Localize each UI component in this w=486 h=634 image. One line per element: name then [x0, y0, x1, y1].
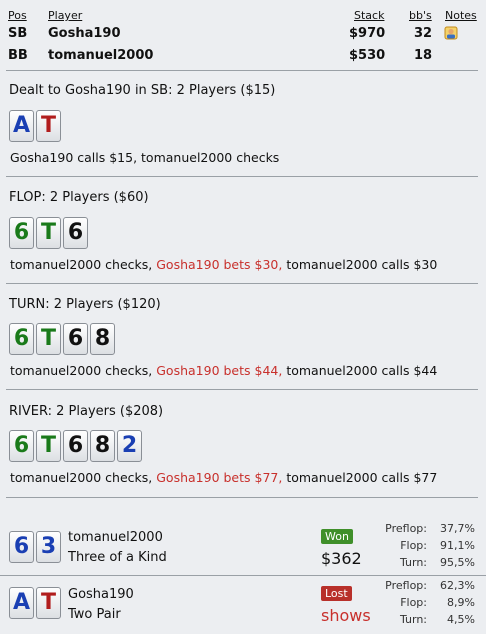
stat-value: 62,3%: [440, 579, 475, 592]
equity-stats: Preflop: 62,3% Flop: 8,9% Turn: 4,5%: [372, 579, 475, 629]
stat-value: 37,7%: [440, 522, 475, 535]
result-hand: Two Pair: [68, 607, 121, 622]
stat-label: Preflop:: [385, 522, 427, 535]
player-row-stack: $970: [349, 26, 386, 41]
notes-column-header[interactable]: Notes: [445, 9, 477, 22]
playing-card: A: [9, 110, 34, 142]
player-row-pos: SB: [8, 26, 28, 41]
playing-card: 6: [9, 430, 34, 462]
action-text: tomanuel2000 calls $77: [282, 470, 438, 485]
stat-value: 8,9%: [447, 596, 475, 609]
bet-action-text: Gosha190 bets $30,: [156, 257, 283, 272]
playing-card: 6: [9, 217, 34, 249]
playing-card: A: [9, 587, 34, 619]
player-row-name[interactable]: tomanuel2000: [48, 48, 153, 63]
playing-card: T: [36, 430, 61, 462]
turn-action: tomanuel2000 checks, Gosha190 bets $44, …: [10, 363, 437, 378]
playing-card: T: [36, 323, 61, 355]
action-text: tomanuel2000 checks,: [10, 257, 157, 272]
result-hand: Three of a Kind: [68, 550, 167, 565]
equity-stats: Preflop: 37,7% Flop: 91,1% Turn: 95,5%: [372, 522, 475, 572]
player-row-pos: BB: [8, 48, 28, 63]
stat-label: Turn:: [399, 556, 427, 569]
showdown-result: 63 tomanuel2000 Three of a Kind Won $362…: [0, 522, 486, 572]
divider: [6, 389, 478, 390]
playing-card: 3: [36, 531, 61, 563]
preflop-title: Dealt to Gosha190 in SB: 2 Players ($15): [9, 83, 276, 98]
bet-action-text: Gosha190 bets $77,: [156, 470, 283, 485]
playing-card: 6: [9, 323, 34, 355]
action-text: tomanuel2000 checks,: [10, 363, 157, 378]
stat-value: 91,1%: [440, 539, 475, 552]
stat-label: Preflop:: [385, 579, 427, 592]
river-cards: 6T682: [9, 430, 142, 462]
playing-card: 6: [63, 430, 88, 462]
turn-title: TURN: 2 Players ($120): [9, 297, 161, 312]
bet-action-text: Gosha190 bets $44,: [156, 363, 283, 378]
player-note-icon[interactable]: [444, 26, 458, 40]
flop-cards: 6T6: [9, 217, 88, 249]
player-column-header[interactable]: Player: [48, 9, 82, 22]
player-row-name[interactable]: Gosha190: [48, 26, 121, 41]
flop-action: tomanuel2000 checks, Gosha190 bets $30, …: [10, 257, 437, 272]
won-amount: $362: [321, 549, 362, 568]
stat-value: 95,5%: [440, 556, 475, 569]
river-title: RIVER: 2 Players ($208): [9, 404, 164, 419]
playing-card: 6: [63, 217, 88, 249]
pos-column-header[interactable]: Pos: [8, 9, 27, 22]
playing-card: T: [36, 587, 61, 619]
playing-card: 2: [117, 430, 142, 462]
stat-label: Flop:: [400, 596, 427, 609]
action-text: tomanuel2000 calls $44: [282, 363, 438, 378]
stack-column-header[interactable]: Stack: [354, 9, 384, 22]
result-player-name[interactable]: Gosha190: [68, 587, 134, 602]
playing-card: 8: [90, 323, 115, 355]
divider: [6, 497, 478, 498]
player-row-bbs: 32: [414, 26, 433, 41]
action-text: tomanuel2000 checks,: [10, 470, 157, 485]
divider: [6, 176, 478, 177]
stat-label: Flop:: [400, 539, 427, 552]
divider: [6, 283, 478, 284]
river-action: tomanuel2000 checks, Gosha190 bets $77, …: [10, 470, 437, 485]
player-row-bbs: 18: [414, 48, 433, 63]
divider: [0, 575, 486, 576]
showdown-cards: 63: [9, 531, 61, 563]
turn-cards: 6T68: [9, 323, 115, 355]
flop-title: FLOP: 2 Players ($60): [9, 190, 149, 205]
lost-badge: Lost: [321, 586, 352, 601]
hole-cards: AT: [9, 110, 61, 142]
playing-card: 6: [63, 323, 88, 355]
action-text: tomanuel2000 calls $30: [282, 257, 438, 272]
won-badge: Won: [321, 529, 353, 544]
divider: [6, 70, 478, 71]
playing-card: T: [36, 110, 61, 142]
stat-value: 4,5%: [447, 613, 475, 626]
preflop-action: Gosha190 calls $15, tomanuel2000 checks: [10, 150, 280, 165]
players-header: Pos Player Stack bb's Notes SB Gosha190 …: [0, 0, 486, 70]
showdown-cards: AT: [9, 587, 61, 619]
showdown-result: AT Gosha190 Two Pair Lost shows Preflop:…: [0, 579, 486, 629]
player-row-stack: $530: [349, 48, 386, 63]
stat-label: Turn:: [399, 613, 427, 626]
result-player-name[interactable]: tomanuel2000: [68, 530, 163, 545]
playing-card: 8: [90, 430, 115, 462]
playing-card: T: [36, 217, 61, 249]
bbs-column-header[interactable]: bb's: [409, 9, 432, 22]
playing-card: 6: [9, 531, 34, 563]
shows-text: shows: [321, 606, 371, 625]
